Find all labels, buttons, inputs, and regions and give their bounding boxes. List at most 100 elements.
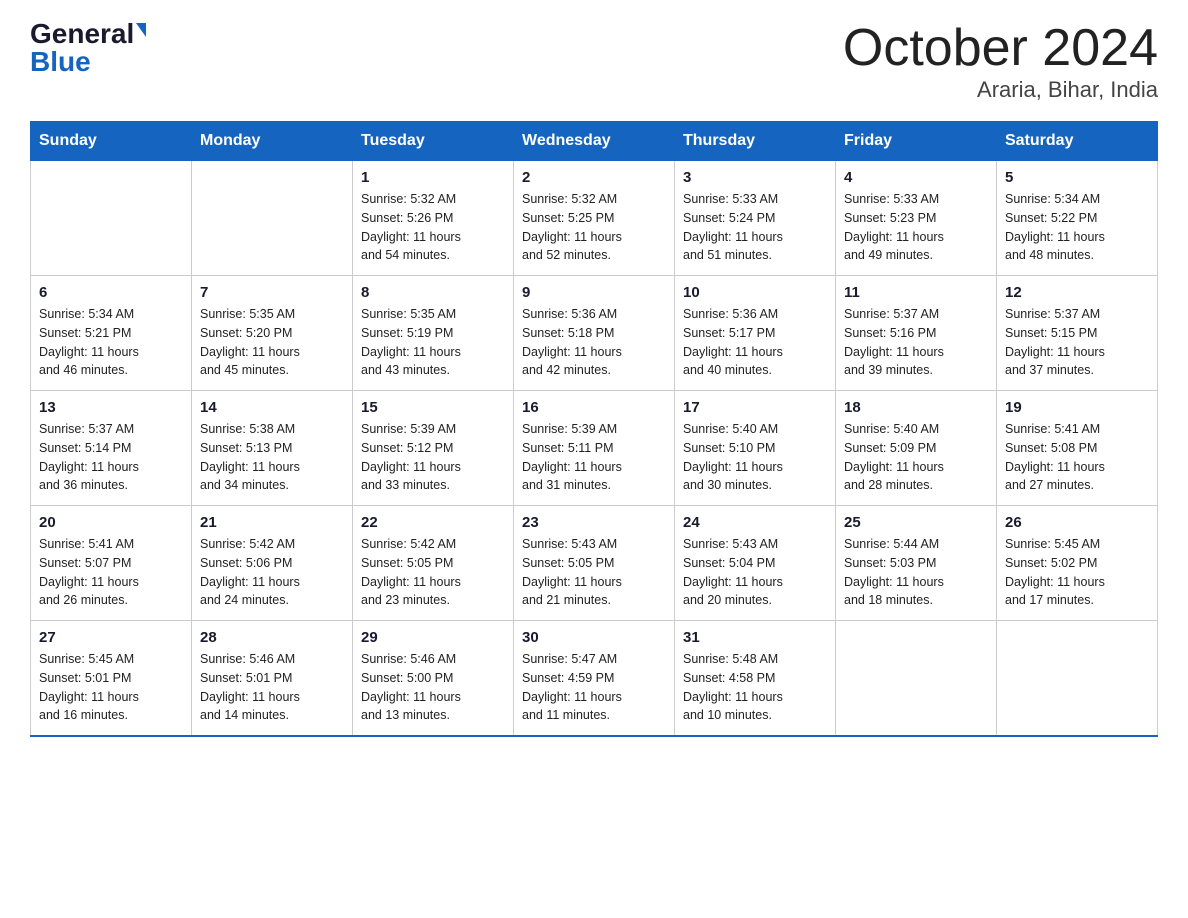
day-info: Sunrise: 5:42 AM Sunset: 5:05 PM Dayligh… [361, 535, 505, 610]
day-info: Sunrise: 5:48 AM Sunset: 4:58 PM Dayligh… [683, 650, 827, 725]
day-number: 4 [844, 169, 988, 186]
calendar-cell [836, 621, 997, 737]
day-number: 22 [361, 514, 505, 531]
calendar-week-row: 1 Sunrise: 5:32 AM Sunset: 5:26 PM Daylig… [31, 161, 1158, 276]
calendar-cell: 27 Sunrise: 5:45 AM Sunset: 5:01 PM Dayli… [31, 621, 192, 737]
calendar-cell: 19 Sunrise: 5:41 AM Sunset: 5:08 PM Dayli… [997, 391, 1158, 506]
day-info: Sunrise: 5:36 AM Sunset: 5:17 PM Dayligh… [683, 305, 827, 380]
day-number: 1 [361, 169, 505, 186]
day-info: Sunrise: 5:40 AM Sunset: 5:09 PM Dayligh… [844, 420, 988, 495]
day-number: 2 [522, 169, 666, 186]
calendar-cell: 15 Sunrise: 5:39 AM Sunset: 5:12 PM Dayli… [353, 391, 514, 506]
day-info: Sunrise: 5:33 AM Sunset: 5:23 PM Dayligh… [844, 190, 988, 265]
calendar-cell: 2 Sunrise: 5:32 AM Sunset: 5:25 PM Daylig… [514, 161, 675, 276]
day-info: Sunrise: 5:35 AM Sunset: 5:20 PM Dayligh… [200, 305, 344, 380]
day-number: 3 [683, 169, 827, 186]
day-info: Sunrise: 5:42 AM Sunset: 5:06 PM Dayligh… [200, 535, 344, 610]
calendar-cell: 17Sunrise: 5:40 AM Sunset: 5:10 PM Dayli… [675, 391, 836, 506]
calendar-table: SundayMondayTuesdayWednesdayThursdayFrid… [30, 121, 1158, 737]
day-info: Sunrise: 5:36 AM Sunset: 5:18 PM Dayligh… [522, 305, 666, 380]
calendar-cell: 6Sunrise: 5:34 AM Sunset: 5:21 PM Daylig… [31, 276, 192, 391]
calendar-cell: 22 Sunrise: 5:42 AM Sunset: 5:05 PM Dayli… [353, 506, 514, 621]
day-info: Sunrise: 5:44 AM Sunset: 5:03 PM Dayligh… [844, 535, 988, 610]
calendar-cell: 4 Sunrise: 5:33 AM Sunset: 5:23 PM Daylig… [836, 161, 997, 276]
day-info: Sunrise: 5:43 AM Sunset: 5:05 PM Dayligh… [522, 535, 666, 610]
logo-general-text: General [30, 20, 134, 48]
day-number: 31 [683, 629, 827, 646]
day-of-week-header: Friday [836, 122, 997, 161]
day-info: Sunrise: 5:35 AM Sunset: 5:19 PM Dayligh… [361, 305, 505, 380]
day-info: Sunrise: 5:37 AM Sunset: 5:15 PM Dayligh… [1005, 305, 1149, 380]
calendar-cell: 3 Sunrise: 5:33 AM Sunset: 5:24 PM Daylig… [675, 161, 836, 276]
day-number: 10 [683, 284, 827, 301]
day-of-week-header: Thursday [675, 122, 836, 161]
day-info: Sunrise: 5:34 AM Sunset: 5:22 PM Dayligh… [1005, 190, 1149, 265]
day-number: 25 [844, 514, 988, 531]
day-info: Sunrise: 5:45 AM Sunset: 5:01 PM Dayligh… [39, 650, 183, 725]
calendar-cell [192, 161, 353, 276]
logo-triangle-icon [136, 23, 146, 37]
day-number: 19 [1005, 399, 1149, 416]
day-number: 23 [522, 514, 666, 531]
day-number: 7 [200, 284, 344, 301]
calendar-header-row: SundayMondayTuesdayWednesdayThursdayFrid… [31, 122, 1158, 161]
calendar-cell: 28Sunrise: 5:46 AM Sunset: 5:01 PM Dayli… [192, 621, 353, 737]
day-number: 30 [522, 629, 666, 646]
day-number: 21 [200, 514, 344, 531]
day-number: 29 [361, 629, 505, 646]
day-number: 20 [39, 514, 183, 531]
day-number: 24 [683, 514, 827, 531]
calendar-cell [997, 621, 1158, 737]
day-info: Sunrise: 5:39 AM Sunset: 5:11 PM Dayligh… [522, 420, 666, 495]
logo: General Blue [30, 20, 146, 76]
day-of-week-header: Wednesday [514, 122, 675, 161]
calendar-cell: 24 Sunrise: 5:43 AM Sunset: 5:04 PM Dayli… [675, 506, 836, 621]
calendar-cell: 29 Sunrise: 5:46 AM Sunset: 5:00 PM Dayli… [353, 621, 514, 737]
title-block: October 2024 Araria, Bihar, India [843, 20, 1158, 103]
day-info: Sunrise: 5:46 AM Sunset: 5:00 PM Dayligh… [361, 650, 505, 725]
calendar-cell: 8Sunrise: 5:35 AM Sunset: 5:19 PM Daylig… [353, 276, 514, 391]
calendar-cell: 12Sunrise: 5:37 AM Sunset: 5:15 PM Dayli… [997, 276, 1158, 391]
calendar-cell: 7 Sunrise: 5:35 AM Sunset: 5:20 PM Daylig… [192, 276, 353, 391]
day-info: Sunrise: 5:39 AM Sunset: 5:12 PM Dayligh… [361, 420, 505, 495]
day-number: 27 [39, 629, 183, 646]
day-number: 15 [361, 399, 505, 416]
calendar-week-row: 13 Sunrise: 5:37 AM Sunset: 5:14 PM Dayli… [31, 391, 1158, 506]
day-number: 11 [844, 284, 988, 301]
calendar-cell: 23 Sunrise: 5:43 AM Sunset: 5:05 PM Dayli… [514, 506, 675, 621]
calendar-cell: 9 Sunrise: 5:36 AM Sunset: 5:18 PM Daylig… [514, 276, 675, 391]
day-info: Sunrise: 5:38 AM Sunset: 5:13 PM Dayligh… [200, 420, 344, 495]
calendar-cell: 20 Sunrise: 5:41 AM Sunset: 5:07 PM Dayli… [31, 506, 192, 621]
day-number: 13 [39, 399, 183, 416]
calendar-cell: 5Sunrise: 5:34 AM Sunset: 5:22 PM Daylig… [997, 161, 1158, 276]
day-of-week-header: Sunday [31, 122, 192, 161]
location-title: Araria, Bihar, India [843, 77, 1158, 103]
day-info: Sunrise: 5:43 AM Sunset: 5:04 PM Dayligh… [683, 535, 827, 610]
day-info: Sunrise: 5:33 AM Sunset: 5:24 PM Dayligh… [683, 190, 827, 265]
day-info: Sunrise: 5:32 AM Sunset: 5:26 PM Dayligh… [361, 190, 505, 265]
day-number: 28 [200, 629, 344, 646]
day-info: Sunrise: 5:37 AM Sunset: 5:14 PM Dayligh… [39, 420, 183, 495]
calendar-cell: 16 Sunrise: 5:39 AM Sunset: 5:11 PM Dayli… [514, 391, 675, 506]
day-number: 16 [522, 399, 666, 416]
calendar-cell: 13 Sunrise: 5:37 AM Sunset: 5:14 PM Dayli… [31, 391, 192, 506]
calendar-cell: 14 Sunrise: 5:38 AM Sunset: 5:13 PM Dayli… [192, 391, 353, 506]
calendar-cell: 25 Sunrise: 5:44 AM Sunset: 5:03 PM Dayli… [836, 506, 997, 621]
calendar-cell: 30Sunrise: 5:47 AM Sunset: 4:59 PM Dayli… [514, 621, 675, 737]
calendar-cell: 18 Sunrise: 5:40 AM Sunset: 5:09 PM Dayli… [836, 391, 997, 506]
calendar-cell: 10 Sunrise: 5:36 AM Sunset: 5:17 PM Dayli… [675, 276, 836, 391]
day-number: 9 [522, 284, 666, 301]
day-info: Sunrise: 5:41 AM Sunset: 5:07 PM Dayligh… [39, 535, 183, 610]
day-of-week-header: Tuesday [353, 122, 514, 161]
day-number: 6 [39, 284, 183, 301]
logo-blue-text: Blue [30, 48, 91, 76]
calendar-cell: 31 Sunrise: 5:48 AM Sunset: 4:58 PM Dayli… [675, 621, 836, 737]
day-number: 26 [1005, 514, 1149, 531]
day-number: 14 [200, 399, 344, 416]
calendar-cell: 21 Sunrise: 5:42 AM Sunset: 5:06 PM Dayli… [192, 506, 353, 621]
day-info: Sunrise: 5:32 AM Sunset: 5:25 PM Dayligh… [522, 190, 666, 265]
month-title: October 2024 [843, 20, 1158, 77]
day-info: Sunrise: 5:41 AM Sunset: 5:08 PM Dayligh… [1005, 420, 1149, 495]
day-number: 18 [844, 399, 988, 416]
calendar-cell: 11Sunrise: 5:37 AM Sunset: 5:16 PM Dayli… [836, 276, 997, 391]
